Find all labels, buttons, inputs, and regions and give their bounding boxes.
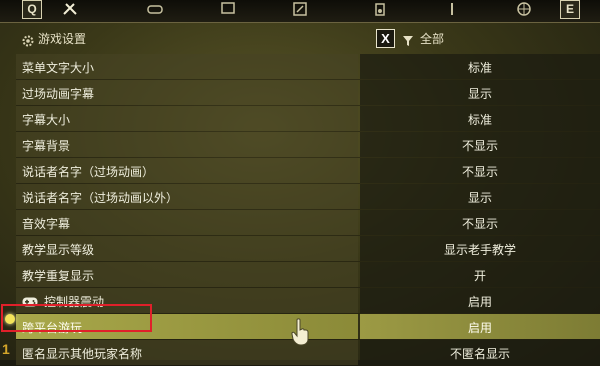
tab-info-icon[interactable] xyxy=(444,2,460,16)
tab-audio-icon[interactable] xyxy=(372,2,388,16)
setting-label: 匿名显示其他玩家名称 xyxy=(22,347,143,361)
setting-value: 显示老手教学 xyxy=(443,243,516,257)
setting-value: 标准 xyxy=(467,113,492,127)
hand-cursor-icon xyxy=(290,318,312,346)
setting-value: 启用 xyxy=(467,321,492,335)
setting-value: 不显示 xyxy=(461,165,498,179)
tab-display-icon[interactable] xyxy=(220,2,236,16)
setting-label: 音效字幕 xyxy=(22,217,71,231)
setting-row-cutscene-subtitles[interactable]: 过场动画字幕 显示 xyxy=(16,80,600,106)
setting-label: 字幕大小 xyxy=(22,113,71,127)
setting-label: 菜单文字大小 xyxy=(22,61,95,75)
setting-value: 开 xyxy=(473,269,486,283)
setting-row-speaker-name-cutscene[interactable]: 说话者名字（过场动画） 不显示 xyxy=(16,158,600,184)
setting-value: 不显示 xyxy=(461,217,498,231)
filter-icon xyxy=(402,32,414,46)
setting-value: 不匿名显示 xyxy=(449,347,510,361)
setting-row-tutorial-level[interactable]: 教学显示等级 显示老手教学 xyxy=(16,236,600,262)
page-title: 游戏设置 xyxy=(38,32,87,46)
setting-row-tutorial-repeat[interactable]: 教学重复显示 开 xyxy=(16,262,600,288)
prev-tab-key[interactable]: Q xyxy=(22,0,42,19)
setting-row-subtitle-background[interactable]: 字幕背景 不显示 xyxy=(16,132,600,158)
setting-row-speaker-name-other[interactable]: 说话者名字（过场动画以外） 显示 xyxy=(16,184,600,210)
tab-bar: Q E xyxy=(0,0,600,23)
setting-value: 标准 xyxy=(467,61,492,75)
filter-label: 全部 xyxy=(420,32,445,46)
watermark-logo: 1 xyxy=(2,341,10,357)
tab-network-icon[interactable] xyxy=(516,2,532,16)
setting-label: 教学重复显示 xyxy=(22,269,95,283)
tab-controller-icon[interactable] xyxy=(147,2,163,16)
setting-row-subtitle-size[interactable]: 字幕大小 标准 xyxy=(16,106,600,132)
setting-value: 不显示 xyxy=(461,139,498,153)
filter-button[interactable]: X xyxy=(376,29,395,48)
setting-label: 教学显示等级 xyxy=(22,243,95,257)
section-header: 游戏设置 X 全部 xyxy=(0,28,600,50)
tab-edit-icon[interactable] xyxy=(292,2,308,16)
setting-row-menu-text-size[interactable]: 菜单文字大小 标准 xyxy=(16,54,600,80)
setting-label: 过场动画字幕 xyxy=(22,87,95,101)
setting-value: 显示 xyxy=(467,87,492,101)
setting-label: 字幕背景 xyxy=(22,139,71,153)
gear-icon xyxy=(22,32,34,47)
setting-row-sound-subtitles[interactable]: 音效字幕 不显示 xyxy=(16,210,600,236)
setting-value: 启用 xyxy=(467,295,492,309)
setting-label: 说话者名字（过场动画以外） xyxy=(22,191,179,205)
tab-settings-icon[interactable] xyxy=(62,2,78,16)
highlight-box xyxy=(1,304,152,332)
setting-label: 说话者名字（过场动画） xyxy=(22,165,155,179)
setting-value: 显示 xyxy=(467,191,492,205)
next-tab-key[interactable]: E xyxy=(560,0,580,19)
